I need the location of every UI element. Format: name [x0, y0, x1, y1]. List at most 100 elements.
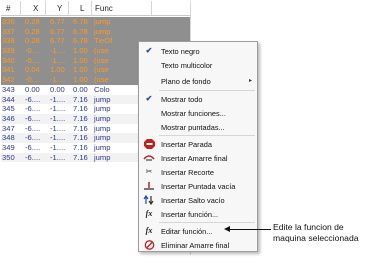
table-cell-x: -6....	[25, 152, 41, 162]
table-cell-num: 345	[2, 104, 15, 114]
table-cell-y: -1....	[50, 55, 66, 65]
table-cell-l: 7.16	[73, 142, 88, 152]
table-cell-func: jump	[94, 17, 111, 26]
table-cell-y: -1....	[50, 94, 66, 104]
table-cell-x: -6....	[25, 94, 41, 104]
table-cell-x: -0....	[25, 75, 41, 85]
table-cell-func: jump	[94, 104, 111, 114]
table-cell-x: -0....	[25, 55, 41, 65]
table-cell-num: 338	[2, 36, 15, 46]
table-cell-num: 342	[2, 75, 15, 85]
table-cell-l: 1.00	[73, 55, 88, 65]
table-cell-x: 0.00	[25, 84, 40, 94]
table-cell-num: 349	[2, 142, 15, 152]
scissors-icon: ✂	[145, 167, 153, 176]
table-cell-y: -1....	[50, 75, 66, 85]
table-cell-l: 1.00	[73, 46, 88, 56]
column-header-number[interactable]: #	[6, 4, 10, 13]
table-cell-x: -6....	[25, 123, 41, 133]
table-cell-num: 339	[2, 46, 15, 56]
table-cell-y: -1....	[50, 104, 66, 114]
table-cell-x: -6....	[25, 104, 41, 114]
table-cell-l: 1.00	[73, 75, 88, 85]
table-cell-l: 7.16	[73, 94, 88, 104]
table-cell-func: Colo	[94, 84, 110, 94]
menu-item-mostrar-todo[interactable]: ✔ Mostrar todo	[141, 93, 256, 105]
table-cell-x: -6....	[25, 142, 41, 152]
table-cell-num: 347	[2, 123, 15, 133]
table-row[interactable]: 336 0.28 6.77 6.78 jump	[1, 17, 190, 27]
column-header-y[interactable]: Y	[57, 4, 62, 13]
table-cell-l: 7.16	[73, 133, 88, 143]
column-header-x[interactable]: X	[33, 4, 38, 13]
table-cell-y: 1.00	[50, 65, 65, 75]
table-cell-y: -1....	[50, 46, 66, 56]
table-cell-l: 7.16	[73, 123, 88, 133]
table-cell-x: 0.28	[25, 26, 40, 36]
column-header-func[interactable]: Func	[95, 4, 113, 13]
empty-jump-icon	[143, 194, 155, 206]
table-cell-l: 7.16	[73, 104, 88, 114]
table-cell-x: 0.28	[25, 17, 40, 26]
tie-off-icon	[143, 153, 155, 163]
table-cell-x: -0....	[25, 46, 41, 56]
table-header: # X Y L Func	[1, 1, 190, 16]
table-cell-num: 343	[2, 84, 15, 94]
table-cell-num: 341	[2, 65, 15, 75]
menu-item-insertar-salto-vacio[interactable]: Insertar Salto vacío	[141, 194, 256, 206]
table-cell-func: (use	[94, 55, 109, 65]
table-cell-x: -6....	[25, 133, 41, 143]
menu-item-eliminar-amarre-final[interactable]: Eliminar Amarre final	[141, 239, 256, 251]
edit-function-icon: fx	[145, 226, 153, 235]
menu-item-editar-funcion[interactable]: fx Editar función...	[141, 225, 256, 237]
submenu-arrow-icon: ▸	[248, 78, 252, 84]
table-cell-func: (use	[94, 75, 109, 85]
context-menu: ✔ Texto negro Texto multicolor Plano de …	[138, 41, 258, 252]
column-header-l[interactable]: L	[80, 4, 84, 13]
table-cell-num: 340	[2, 55, 15, 65]
menu-item-insertar-amarre-final[interactable]: Insertar Amarre final	[141, 152, 256, 164]
table-cell-y: 6.77	[50, 36, 65, 46]
callout-text: Edite la funcion de maquina seleccionada	[273, 222, 359, 244]
table-cell-y: -1....	[50, 133, 66, 143]
menu-item-insertar-funcion[interactable]: fx Insertar función...	[141, 208, 256, 220]
callout-line	[228, 229, 271, 230]
table-cell-y: -1....	[50, 142, 66, 152]
table-cell-x: 0.28	[25, 36, 40, 46]
table-cell-func: jump	[94, 94, 111, 104]
table-cell-func: TieOf	[94, 36, 113, 46]
stop-icon	[143, 139, 155, 149]
table-cell-func: jump	[94, 123, 111, 133]
table-cell-l: 6.78	[73, 17, 88, 26]
menu-item-mostrar-funciones[interactable]: Mostrar funciones...	[141, 107, 256, 119]
table-cell-func: (use	[94, 65, 109, 75]
table-cell-y: 0.00	[50, 84, 65, 94]
table-cell-num: 346	[2, 113, 15, 123]
menu-item-mostrar-puntadas[interactable]: Mostrar puntadas...	[141, 121, 256, 133]
menu-item-insertar-parada[interactable]: Insertar Parada	[141, 138, 256, 150]
table-cell-y: -1....	[50, 123, 66, 133]
table-cell-y: -1....	[50, 113, 66, 123]
table-cell-num: 344	[2, 94, 15, 104]
menu-item-texto-negro[interactable]: ✔ Texto negro	[141, 45, 256, 57]
table-cell-x: 0.04	[25, 65, 40, 75]
menu-item-insertar-recorte[interactable]: ✂ Insertar Recorte	[141, 166, 256, 178]
menu-separator	[159, 135, 255, 136]
table-cell-l: 6.78	[73, 26, 88, 36]
table-cell-func: jump	[94, 133, 111, 143]
menu-item-texto-multicolor[interactable]: Texto multicolor	[141, 59, 256, 71]
table-cell-func: jump	[94, 152, 111, 162]
table-cell-l: 1.00	[73, 65, 88, 75]
table-cell-func: jump	[94, 142, 111, 152]
table-row[interactable]: 337 0.28 6.77 6.78 jump	[1, 26, 190, 37]
menu-separator	[159, 222, 255, 223]
table-cell-x: -6....	[25, 113, 41, 123]
delete-tie-icon	[143, 240, 155, 250]
menu-separator	[159, 90, 255, 91]
menu-item-plano-de-fondo[interactable]: Plano de fondo ▸	[141, 75, 256, 87]
menu-item-insertar-puntada-vacia[interactable]: Insertar Puntada vacía	[141, 180, 256, 192]
table-cell-y: 6.77	[50, 17, 65, 26]
callout-line-1: Edite la funcion de	[273, 222, 344, 232]
table-cell-num: 337	[2, 26, 15, 36]
table-cell-func: jump	[94, 113, 111, 123]
